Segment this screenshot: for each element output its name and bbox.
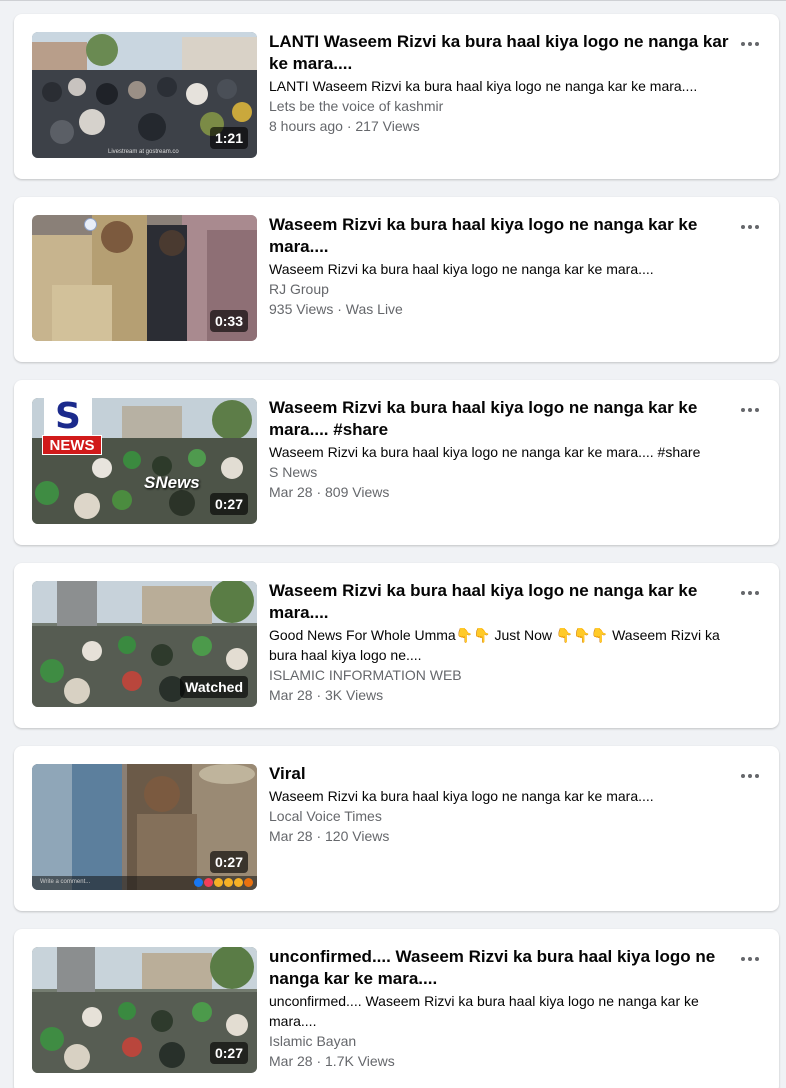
video-info: Waseem Rizvi ka bura haal kiya logo ne n… bbox=[269, 397, 729, 502]
video-meta: 8 hours ago · 217 Views bbox=[269, 118, 420, 134]
video-duration: 0:27 bbox=[209, 493, 248, 515]
video-result-card[interactable]: 0:27 unconfirmed.... Waseem Rizvi ka bur… bbox=[14, 929, 779, 1088]
video-title[interactable]: LANTI Waseem Rizvi ka bura haal kiya log… bbox=[269, 31, 729, 75]
video-description: LANTI Waseem Rizvi ka bura haal kiya log… bbox=[269, 78, 698, 94]
live-badge-icon bbox=[84, 218, 97, 231]
video-duration: 0:27 bbox=[209, 1042, 248, 1064]
video-description: Good News For Whole Umma👇👇 Just Now 👇👇👇 … bbox=[269, 627, 720, 663]
watermark-text: Livestream at gostream.co bbox=[108, 149, 179, 155]
haha-reaction-icon bbox=[214, 878, 223, 887]
video-thumbnail[interactable]: Watched bbox=[32, 581, 257, 707]
video-title[interactable]: unconfirmed.... Waseem Rizvi ka bura haa… bbox=[269, 946, 729, 990]
video-title[interactable]: Waseem Rizvi ka bura haal kiya logo ne n… bbox=[269, 397, 729, 441]
more-options-button[interactable] bbox=[739, 949, 761, 969]
channel-watermark: SNews bbox=[144, 473, 200, 492]
video-result-card[interactable]: Write a comment... 0:27 Viral Waseem Riz… bbox=[14, 746, 779, 911]
more-options-button[interactable] bbox=[739, 766, 761, 786]
video-meta: 935 Views · Was Live bbox=[269, 301, 403, 317]
video-duration: 0:33 bbox=[209, 310, 248, 332]
video-title[interactable]: Viral bbox=[269, 763, 729, 785]
wow-reaction-icon bbox=[224, 878, 233, 887]
video-title[interactable]: Waseem Rizvi ka bura haal kiya logo ne n… bbox=[269, 214, 729, 258]
more-options-button[interactable] bbox=[739, 217, 761, 237]
video-result-card[interactable]: Watched Waseem Rizvi ka bura haal kiya l… bbox=[14, 563, 779, 728]
video-thumbnail[interactable]: Livestream at gostream.co 1:21 bbox=[32, 32, 257, 158]
video-info: LANTI Waseem Rizvi ka bura haal kiya log… bbox=[269, 31, 729, 136]
video-result-card[interactable]: S NEWS SNews 0:27 Waseem Rizvi ka bura h… bbox=[14, 380, 779, 545]
more-options-button[interactable] bbox=[739, 34, 761, 54]
video-meta: Mar 28 · 3K Views bbox=[269, 687, 384, 703]
snews-logo: S NEWS bbox=[32, 398, 104, 456]
channel-name[interactable]: Lets be the voice of kashmir bbox=[269, 96, 729, 116]
video-duration: 1:21 bbox=[209, 127, 248, 149]
sad-reaction-icon bbox=[234, 878, 243, 887]
video-duration: 0:27 bbox=[209, 851, 248, 873]
more-options-icon bbox=[741, 957, 759, 961]
more-options-button[interactable] bbox=[739, 583, 761, 603]
channel-name[interactable]: RJ Group bbox=[269, 279, 729, 299]
video-meta: Mar 28 · 120 Views bbox=[269, 828, 390, 844]
comment-hint: Write a comment... bbox=[40, 879, 91, 885]
watched-badge: Watched bbox=[180, 676, 248, 698]
video-thumbnail[interactable]: 0:33 bbox=[32, 215, 257, 341]
logo-letter: S bbox=[44, 398, 92, 435]
love-reaction-icon bbox=[204, 878, 213, 887]
video-info: Waseem Rizvi ka bura haal kiya logo ne n… bbox=[269, 214, 729, 319]
channel-name[interactable]: Local Voice Times bbox=[269, 806, 729, 826]
more-options-icon bbox=[741, 42, 759, 46]
more-options-icon bbox=[741, 225, 759, 229]
more-options-icon bbox=[741, 774, 759, 778]
angry-reaction-icon bbox=[244, 878, 253, 887]
video-description: Waseem Rizvi ka bura haal kiya logo ne n… bbox=[269, 261, 654, 277]
video-description: Waseem Rizvi ka bura haal kiya logo ne n… bbox=[269, 444, 701, 460]
video-info: Waseem Rizvi ka bura haal kiya logo ne n… bbox=[269, 580, 729, 705]
more-options-button[interactable] bbox=[739, 400, 761, 420]
logo-wordmark: NEWS bbox=[42, 435, 102, 455]
more-options-icon bbox=[741, 408, 759, 412]
video-thumbnail[interactable]: S NEWS SNews 0:27 bbox=[32, 398, 257, 524]
video-description: Waseem Rizvi ka bura haal kiya logo ne n… bbox=[269, 788, 654, 804]
channel-name[interactable]: S News bbox=[269, 462, 729, 482]
video-info: Viral Waseem Rizvi ka bura haal kiya log… bbox=[269, 763, 729, 846]
video-result-card[interactable]: 0:33 Waseem Rizvi ka bura haal kiya logo… bbox=[14, 197, 779, 362]
like-reaction-icon bbox=[194, 878, 203, 887]
channel-name[interactable]: ISLAMIC INFORMATION WEB bbox=[269, 665, 729, 685]
video-info: unconfirmed.... Waseem Rizvi ka bura haa… bbox=[269, 946, 729, 1071]
reaction-emojis bbox=[194, 878, 253, 887]
video-meta: Mar 28 · 809 Views bbox=[269, 484, 390, 500]
video-thumbnail[interactable]: Write a comment... 0:27 bbox=[32, 764, 257, 890]
video-thumbnail[interactable]: 0:27 bbox=[32, 947, 257, 1073]
more-options-icon bbox=[741, 591, 759, 595]
video-result-card[interactable]: Livestream at gostream.co 1:21 LANTI Was… bbox=[14, 14, 779, 179]
reaction-bar: Write a comment... bbox=[32, 876, 257, 890]
video-title[interactable]: Waseem Rizvi ka bura haal kiya logo ne n… bbox=[269, 580, 729, 624]
video-meta: Mar 28 · 1.7K Views bbox=[269, 1053, 395, 1069]
channel-name[interactable]: Islamic Bayan bbox=[269, 1031, 729, 1051]
video-search-results: Livestream at gostream.co 1:21 LANTI Was… bbox=[0, 1, 786, 1088]
video-description: unconfirmed.... Waseem Rizvi ka bura haa… bbox=[269, 993, 699, 1029]
